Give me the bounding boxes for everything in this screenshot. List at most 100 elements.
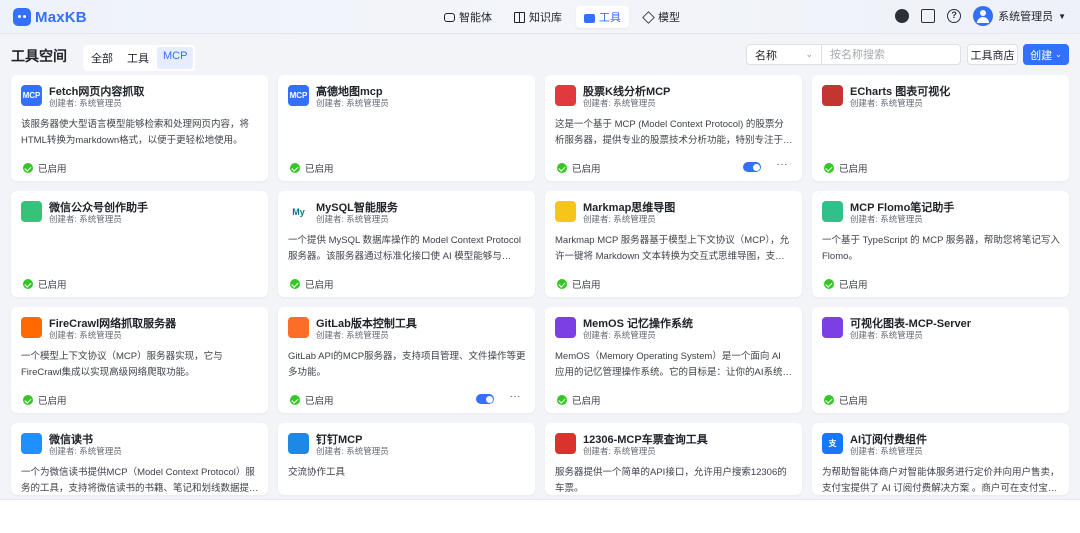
document-icon[interactable] bbox=[921, 9, 936, 23]
tool-card[interactable]: 支 AI订阅付费组件 创建者: 系统管理员 为帮助智能体商户对智能体服务进行定价并向用… bbox=[812, 423, 1069, 495]
status-label: 已启用 bbox=[572, 396, 601, 407]
nav-item-models[interactable]: 模型 bbox=[635, 6, 688, 28]
status-badge: 已启用 bbox=[557, 277, 601, 291]
tool-card[interactable]: 股票K线分析MCP 创建者: 系统管理员 这是一个基于 MCP (Model Con… bbox=[545, 75, 802, 181]
nav-item-tools[interactable]: 工具 bbox=[576, 6, 629, 28]
tool-creator: 创建者: 系统管理员 bbox=[316, 98, 389, 108]
mcp-icon: MCP bbox=[21, 85, 42, 106]
tool-description: 服务器提供一个简单的API接口，允许用户搜索12306的车票。 bbox=[555, 467, 787, 494]
filter-field-value: 名称 bbox=[755, 49, 777, 62]
status-label: 已启用 bbox=[572, 280, 601, 291]
chevron-down-icon: ▼ bbox=[1058, 11, 1066, 21]
tool-creator: 创建者: 系统管理员 bbox=[850, 446, 923, 456]
tool-creator: 创建者: 系统管理员 bbox=[316, 446, 389, 456]
check-circle-icon bbox=[824, 163, 834, 173]
tool-card[interactable]: MemOS 记忆操作系统 创建者: 系统管理员 MemOS（Memory Opera… bbox=[545, 307, 802, 413]
check-circle-icon bbox=[290, 279, 300, 289]
tool-card[interactable]: 微信公众号创作助手 创建者: 系统管理员 已启用 bbox=[11, 191, 268, 297]
search-input[interactable] bbox=[821, 44, 961, 65]
status-badge: 已启用 bbox=[290, 277, 334, 291]
tool-card[interactable]: MCP Fetch网页内容抓取 创建者: 系统管理员 该服务器使大型语言模型能够检索和… bbox=[11, 75, 268, 181]
chevron-down-icon: ⌄ bbox=[805, 49, 813, 59]
nav-item-knowledge[interactable]: 知识库 bbox=[506, 6, 570, 28]
tool-creator: 创建者: 系统管理员 bbox=[316, 330, 389, 340]
enable-toggle[interactable] bbox=[743, 162, 761, 172]
page-title: 工具空间 bbox=[11, 48, 67, 64]
tool-card[interactable]: 钉钉MCP 创建者: 系统管理员 交流协作工具 bbox=[278, 423, 535, 495]
tool-creator: 创建者: 系统管理员 bbox=[583, 98, 656, 108]
nav-item-label: 工具 bbox=[599, 12, 621, 24]
status-label: 已启用 bbox=[305, 164, 334, 175]
user-menu[interactable]: 系统管理员 ▼ bbox=[973, 6, 1066, 26]
tool-card[interactable]: MCP Flomo笔记助手 创建者: 系统管理员 一个基于 TypeScript 的… bbox=[812, 191, 1069, 297]
github-icon[interactable] bbox=[895, 9, 910, 23]
status-badge: 已启用 bbox=[824, 277, 868, 291]
main-nav: 智能体 知识库 工具 模型 bbox=[436, 6, 688, 28]
tool-creator: 创建者: 系统管理员 bbox=[49, 98, 122, 108]
more-icon[interactable]: ··· bbox=[510, 391, 522, 402]
more-icon[interactable]: ··· bbox=[777, 159, 789, 170]
top-right-actions: ? 系统管理员 ▼ bbox=[895, 6, 1066, 26]
status-badge: 已启用 bbox=[290, 393, 334, 407]
tool-card[interactable]: Markmap思维导图 创建者: 系统管理员 Markmap MCP 服务器基于模型… bbox=[545, 191, 802, 297]
tab-tools[interactable]: 工具 bbox=[121, 47, 155, 69]
username: 系统管理员 bbox=[998, 11, 1054, 23]
tool-card[interactable]: 可视化图表-MCP-Server 创建者: 系统管理员 已启用 bbox=[812, 307, 1069, 413]
tool-creator: 创建者: 系统管理员 bbox=[583, 214, 656, 224]
status-badge: 已启用 bbox=[23, 161, 67, 175]
tool-card[interactable]: 12306-MCP车票查询工具 创建者: 系统管理员 服务器提供一个简单的API接口… bbox=[545, 423, 802, 495]
tool-card[interactable]: My MySQL智能服务 创建者: 系统管理员 一个提供 MySQL 数据库操作的 M… bbox=[278, 191, 535, 297]
tool-description: 为帮助智能体商户对智能体服务进行定价并向用户售卖，支付宝提供了 AI 订阅付费解… bbox=[822, 467, 1060, 494]
tab-mcp[interactable]: MCP bbox=[157, 47, 194, 69]
check-circle-icon bbox=[23, 395, 33, 405]
markmap-icon bbox=[555, 201, 576, 222]
tool-card[interactable]: FireCrawl网络抓取服务器 创建者: 系统管理员 一个模型上下文协议（MCP）… bbox=[11, 307, 268, 413]
help-icon[interactable]: ? bbox=[947, 9, 962, 23]
nav-item-label: 智能体 bbox=[459, 12, 492, 24]
enable-toggle[interactable] bbox=[476, 394, 494, 404]
status-label: 已启用 bbox=[839, 164, 868, 175]
nav-item-agent[interactable]: 智能体 bbox=[436, 6, 500, 28]
tool-description: GitLab API的MCP服务器，支持项目管理、文件操作等更多功能。 bbox=[288, 351, 526, 378]
tool-card[interactable]: 微信读书 创建者: 系统管理员 一个为微信读书提供MCP（Model Context… bbox=[11, 423, 268, 495]
chart-server-icon bbox=[822, 317, 843, 338]
nav-item-label: 知识库 bbox=[529, 12, 562, 24]
tool-card[interactable]: GitLab版本控制工具 创建者: 系统管理员 GitLab API的MCP服务器，… bbox=[278, 307, 535, 413]
filter-field-select[interactable]: 名称 ⌄ bbox=[746, 44, 822, 65]
avatar bbox=[973, 6, 994, 26]
memos-icon bbox=[555, 317, 576, 338]
tool-creator: 创建者: 系统管理员 bbox=[850, 98, 923, 108]
status-label: 已启用 bbox=[38, 396, 67, 407]
create-button-label: 创建 bbox=[1030, 49, 1053, 62]
status-badge: 已启用 bbox=[557, 161, 601, 175]
check-circle-icon bbox=[290, 395, 300, 405]
brand-name: MaxKB bbox=[35, 8, 87, 26]
status-label: 已启用 bbox=[305, 280, 334, 291]
tool-card[interactable]: ECharts 图表可视化 创建者: 系统管理员 已启用 bbox=[812, 75, 1069, 181]
status-label: 已启用 bbox=[839, 280, 868, 291]
check-circle-icon bbox=[23, 279, 33, 289]
tool-description: 一个为微信读书提供MCP（Model Context Protocol）服务的工… bbox=[21, 467, 259, 494]
logo[interactable]: MaxKB bbox=[13, 8, 87, 26]
tool-description: MemOS（Memory Operating System）是一个面向 AI 应… bbox=[555, 351, 792, 378]
tool-creator: 创建者: 系统管理员 bbox=[316, 214, 389, 224]
status-badge: 已启用 bbox=[824, 161, 868, 175]
agent-icon bbox=[444, 12, 455, 22]
flomo-icon bbox=[822, 201, 843, 222]
check-circle-icon bbox=[557, 163, 567, 173]
tool-description: 交流协作工具 bbox=[288, 467, 346, 478]
book-icon bbox=[514, 11, 525, 23]
alipay-icon: 支 bbox=[822, 433, 843, 454]
tool-creator: 创建者: 系统管理员 bbox=[49, 330, 122, 340]
create-button[interactable]: 创建 ⌄ bbox=[1023, 44, 1069, 65]
check-circle-icon bbox=[824, 395, 834, 405]
status-label: 已启用 bbox=[572, 164, 601, 175]
stock-chart-icon bbox=[555, 85, 576, 106]
check-circle-icon bbox=[557, 395, 567, 405]
tool-card[interactable]: MCP 高德地图mcp 创建者: 系统管理员 已启用 bbox=[278, 75, 535, 181]
check-circle-icon bbox=[557, 279, 567, 289]
status-label: 已启用 bbox=[305, 396, 334, 407]
tool-store-button[interactable]: 工具商店 bbox=[967, 44, 1018, 65]
tool-description: Markmap MCP 服务器基于模型上下文协议（MCP），允许一键将 Mark… bbox=[555, 235, 790, 262]
tab-all[interactable]: 全部 bbox=[85, 47, 119, 69]
